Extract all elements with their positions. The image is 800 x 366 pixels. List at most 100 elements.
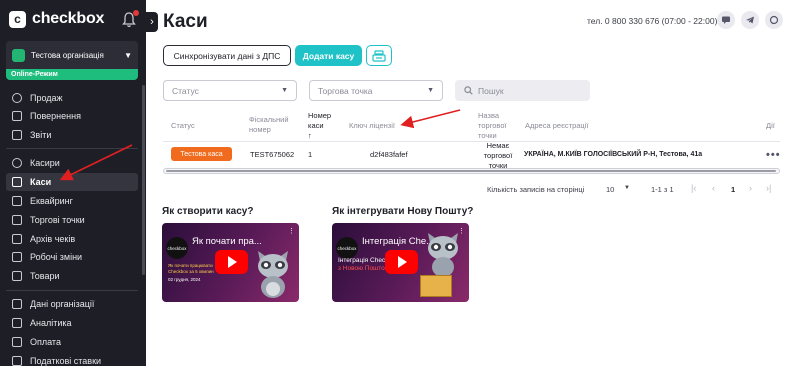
sidebar-item-reports[interactable]: Звіти	[6, 126, 138, 144]
point-filter[interactable]: Торгова точка ▼	[309, 80, 443, 101]
sidebar-item-sales[interactable]: Продаж	[6, 89, 138, 107]
per-page-value: 10	[606, 185, 615, 194]
sidebar-item-label: Еквайринг	[30, 196, 73, 206]
sync-dps-button[interactable]: Синхронізувати дані з ДПС	[163, 45, 291, 66]
sidebar-item-acquiring[interactable]: Еквайринг	[6, 192, 138, 210]
logo[interactable]: c checkbox	[9, 10, 104, 28]
sidebar-item-label: Повернення	[30, 111, 81, 121]
col-header-point-l3: точки	[478, 131, 497, 140]
sidebar-item-receipts-archive[interactable]: Архів чеків	[6, 230, 138, 248]
more-vert-icon[interactable]: ⋮	[288, 227, 295, 235]
chevron-down-icon: ▼	[281, 87, 288, 94]
calendar-icon	[12, 252, 22, 262]
sidebar-item-label: Каси	[30, 177, 52, 187]
col-header-actions: Дії	[766, 121, 775, 130]
search-placeholder: Пошук	[478, 85, 504, 96]
page-range: 1-1 з 1	[651, 185, 674, 194]
returns-icon	[12, 111, 22, 121]
chevron-right-icon: ›	[150, 16, 154, 28]
chevron-down-icon: ▼	[124, 50, 132, 60]
sidebar-divider	[6, 148, 138, 149]
sidebar-item-org-data[interactable]: Дані організації	[6, 295, 138, 313]
video-thumbnail-create[interactable]: checkbox Як почати пра... ⋮ Як почати пр…	[162, 223, 299, 302]
telegram-icon[interactable]	[741, 11, 759, 29]
sidebar-item-label: Товари	[30, 271, 60, 281]
status-filter[interactable]: Статус ▼	[163, 80, 297, 101]
building-icon	[12, 299, 22, 309]
report-icon	[12, 130, 22, 140]
sidebar-item-cashiers[interactable]: Касири	[6, 154, 138, 172]
next-page-icon[interactable]: ›	[749, 183, 752, 193]
annotation-arrow-license	[400, 109, 461, 129]
card-icon	[12, 196, 22, 206]
org-name: Тестова організація	[31, 50, 104, 60]
sidebar-scrollbar[interactable]	[142, 85, 145, 275]
search-input[interactable]: Пошук	[455, 80, 590, 101]
store-icon	[12, 215, 22, 225]
chat-icon[interactable]	[717, 11, 735, 29]
add-register-button[interactable]: Додати касу	[295, 45, 362, 66]
play-button[interactable]	[215, 250, 248, 274]
wallet-icon	[12, 337, 22, 347]
viber-icon[interactable]	[765, 11, 783, 29]
sort-arrow-icon: ↑	[308, 131, 312, 140]
video-heading-nova-poshta: Як інтегрувати Нову Пошту?	[332, 206, 474, 217]
col-header-number[interactable]: Номер каси ↑	[308, 111, 331, 141]
video-date: 02 грудня, 2024	[168, 277, 201, 282]
page-title: Каси	[163, 11, 208, 32]
chevron-down-icon: ▼	[427, 87, 434, 94]
row-menu-icon[interactable]: •••	[766, 149, 781, 161]
first-page-icon[interactable]: |‹	[691, 183, 696, 193]
sidebar-item-tax-rates[interactable]: Податкові ставки	[6, 352, 138, 366]
checkbox-logo: checkbox	[166, 237, 188, 259]
register-icon	[12, 177, 22, 187]
video-thumbnail-nova-poshta[interactable]: checkbox Інтеграція Che... ⋮ Інтеграція …	[332, 223, 469, 302]
scrollbar-thumb[interactable]	[166, 170, 776, 172]
collapse-sidebar-button[interactable]: ›	[146, 12, 158, 32]
sidebar-item-payment[interactable]: Оплата	[6, 333, 138, 351]
org-selector[interactable]: Тестова організація ▼	[6, 41, 138, 69]
sidebar-item-label: Робочі зміни	[30, 252, 83, 262]
per-page-select[interactable]: 10 ▼	[606, 185, 630, 194]
col-header-fiscal[interactable]: Фіскальний номер	[249, 115, 299, 135]
play-icon	[228, 256, 237, 268]
col-header-status[interactable]: Статус	[171, 121, 195, 131]
play-button[interactable]	[385, 250, 418, 274]
col-header-address[interactable]: Адреса реєстрації	[525, 121, 588, 131]
table-horizontal-scrollbar[interactable]	[163, 168, 780, 174]
register-settings-button[interactable]	[366, 45, 392, 66]
cell-point-l2: торгової	[483, 151, 513, 160]
sidebar-item-registers[interactable]: Каси	[6, 173, 138, 191]
raccoon-mascot-icon	[428, 233, 458, 277]
sidebar: c checkbox Тестова організація ▼ Online-…	[0, 0, 146, 366]
analytics-icon	[12, 318, 22, 328]
last-page-icon[interactable]: ›|	[766, 183, 771, 193]
status-filter-placeholder: Статус	[172, 85, 199, 96]
prev-page-icon[interactable]: ‹	[712, 183, 715, 193]
sidebar-divider	[6, 290, 138, 291]
online-mode-badge: Online-Режим	[6, 69, 138, 80]
sidebar-item-goods[interactable]: Товари	[6, 267, 138, 285]
sidebar-item-analytics[interactable]: Аналітика	[6, 314, 138, 332]
logo-badge: c	[9, 10, 26, 28]
users-icon	[12, 158, 22, 168]
sidebar-item-label: Продаж	[30, 93, 63, 103]
notification-dot	[133, 10, 139, 16]
sidebar-item-label: Оплата	[30, 337, 61, 347]
video-heading-create: Як створити касу?	[162, 206, 254, 217]
sales-icon	[12, 93, 22, 103]
current-page[interactable]: 1	[731, 185, 735, 194]
col-header-number-l2: каси	[308, 121, 324, 130]
sidebar-item-returns[interactable]: Повернення	[6, 107, 138, 125]
sidebar-item-label: Податкові ставки	[30, 356, 102, 366]
archive-icon	[12, 234, 22, 244]
raccoon-mascot-icon	[258, 251, 288, 298]
sidebar-item-shifts[interactable]: Робочі зміни	[6, 248, 138, 266]
sidebar-item-points[interactable]: Торгові точки	[6, 211, 138, 229]
briefcase-icon	[12, 48, 25, 62]
col-header-number-l1: Номер	[308, 111, 332, 120]
col-header-license[interactable]: Ключ ліцензії	[349, 121, 395, 131]
col-header-point[interactable]: Назва торгової точки	[478, 111, 507, 141]
cash-register-icon	[372, 49, 386, 62]
per-page-label: Кількість записів на сторінці	[487, 185, 585, 194]
